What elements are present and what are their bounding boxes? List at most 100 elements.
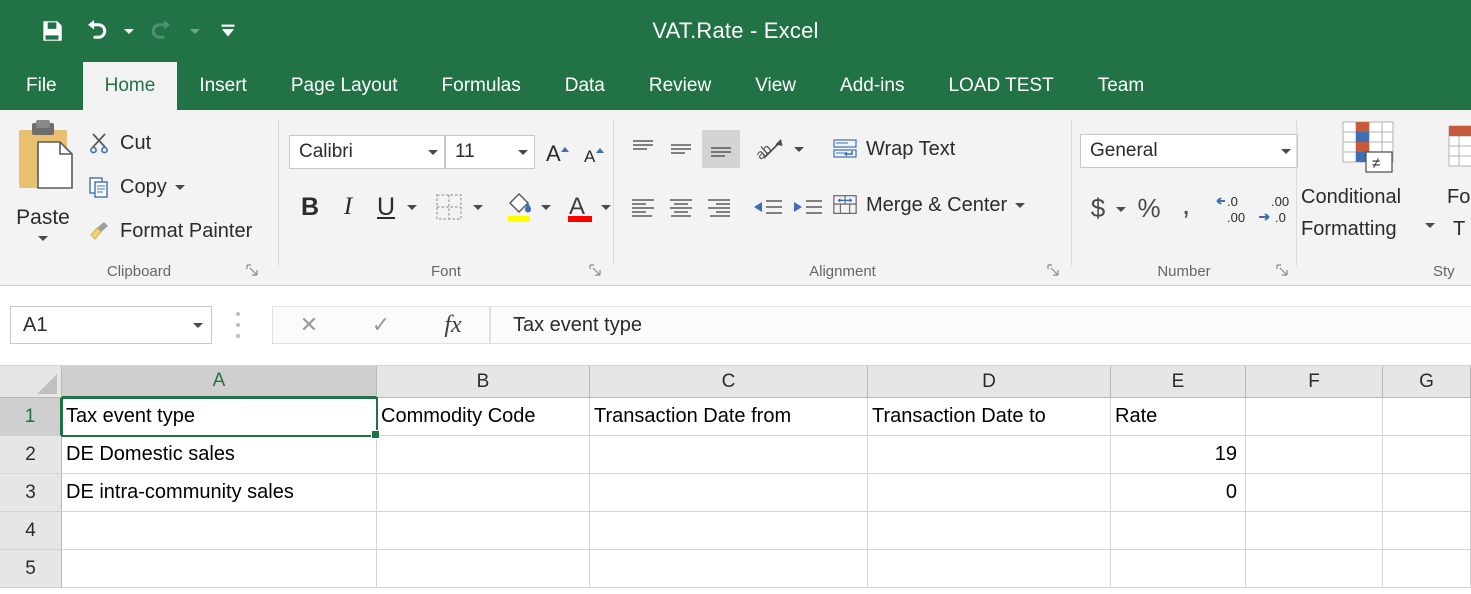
cell-b2[interactable]	[377, 436, 590, 474]
cell-a5[interactable]	[62, 550, 377, 588]
cell-f1[interactable]	[1246, 398, 1383, 436]
accounting-format-dropdown-icon[interactable]	[1112, 198, 1130, 220]
column-header-a[interactable]: A	[62, 366, 377, 398]
column-header-f[interactable]: F	[1246, 366, 1383, 398]
align-middle-button[interactable]	[664, 134, 698, 166]
tab-insert[interactable]: Insert	[177, 62, 269, 110]
tab-add-ins[interactable]: Add-ins	[818, 62, 926, 110]
merge-and-center-dropdown-icon[interactable]	[1015, 202, 1026, 208]
conditional-formatting-label-line1[interactable]: Conditional	[1301, 186, 1401, 209]
percent-format-button[interactable]: %	[1134, 190, 1164, 226]
redo-button[interactable]	[140, 9, 184, 53]
wrap-text-button[interactable]: Wrap Text	[832, 136, 955, 162]
decrease-indent-button[interactable]	[748, 192, 786, 224]
undo-button[interactable]	[74, 9, 118, 53]
cell-d5[interactable]	[868, 550, 1111, 588]
cell-g5[interactable]	[1383, 550, 1471, 588]
cell-g3[interactable]	[1383, 474, 1471, 512]
copy-button[interactable]: Copy	[86, 174, 185, 200]
row-header-2[interactable]: 2	[0, 436, 62, 474]
tab-page-layout[interactable]: Page Layout	[269, 62, 420, 110]
orientation-button[interactable]: ab	[752, 132, 788, 166]
cell-f4[interactable]	[1246, 512, 1383, 550]
cell-c2[interactable]	[590, 436, 868, 474]
underline-button[interactable]: U	[369, 188, 403, 226]
row-header-3[interactable]: 3	[0, 474, 62, 512]
cell-f5[interactable]	[1246, 550, 1383, 588]
cell-c5[interactable]	[590, 550, 868, 588]
cell-e1[interactable]: Rate	[1111, 398, 1246, 436]
font-dialog-launcher-icon[interactable]	[589, 264, 603, 278]
cell-f2[interactable]	[1246, 436, 1383, 474]
cell-g4[interactable]	[1383, 512, 1471, 550]
tab-data[interactable]: Data	[543, 62, 627, 110]
fill-color-dropdown-icon[interactable]	[537, 196, 555, 218]
align-right-button[interactable]	[702, 192, 736, 224]
tab-home[interactable]: Home	[82, 62, 178, 110]
align-left-button[interactable]	[626, 192, 660, 224]
check-icon[interactable]: ✓	[351, 312, 411, 338]
format-as-table-label-line1[interactable]: Fo	[1447, 186, 1470, 209]
cell-a4[interactable]	[62, 512, 377, 550]
accounting-format-button[interactable]: $	[1084, 190, 1112, 226]
paste-dropdown-icon[interactable]	[38, 236, 48, 241]
conditional-formatting-dropdown-icon[interactable]	[1425, 223, 1435, 246]
format-as-table-label-line2[interactable]: T	[1453, 218, 1465, 241]
font-size-combobox[interactable]: 11	[445, 135, 535, 169]
increase-font-size-button[interactable]: A	[541, 136, 573, 168]
format-painter-button[interactable]: Format Painter	[86, 218, 252, 244]
cell-b5[interactable]	[377, 550, 590, 588]
cell-c1[interactable]: Transaction Date from	[590, 398, 868, 436]
select-all-button[interactable]	[0, 366, 62, 398]
formula-bar-grip[interactable]	[236, 312, 242, 338]
cell-e4[interactable]	[1111, 512, 1246, 550]
align-bottom-button[interactable]	[702, 130, 740, 168]
decrease-decimal-button[interactable]: .00.0	[1256, 188, 1300, 228]
row-header-1[interactable]: 1	[0, 398, 62, 436]
font-color-button[interactable]: A	[563, 188, 597, 226]
insert-function-icon[interactable]: fx	[423, 312, 483, 339]
align-top-button[interactable]	[626, 134, 660, 166]
cell-e2[interactable]: 19	[1111, 436, 1246, 474]
name-box-dropdown-icon[interactable]	[193, 322, 203, 328]
cell-a3[interactable]: DE intra-community sales	[62, 474, 377, 512]
tab-load-test[interactable]: LOAD TEST	[926, 62, 1075, 110]
tab-team[interactable]: Team	[1076, 62, 1166, 110]
tab-review[interactable]: Review	[627, 62, 733, 110]
save-button[interactable]	[30, 9, 74, 53]
fill-color-button[interactable]	[501, 188, 537, 226]
number-dialog-launcher-icon[interactable]	[1276, 264, 1290, 278]
italic-button[interactable]: I	[331, 188, 365, 226]
cell-b4[interactable]	[377, 512, 590, 550]
cell-e3[interactable]: 0	[1111, 474, 1246, 512]
cell-g2[interactable]	[1383, 436, 1471, 474]
align-center-button[interactable]	[664, 192, 698, 224]
paste-button[interactable]: Paste	[6, 118, 80, 254]
alignment-dialog-launcher-icon[interactable]	[1047, 264, 1061, 278]
increase-decimal-button[interactable]: .0.00	[1212, 188, 1256, 228]
column-header-c[interactable]: C	[590, 366, 868, 398]
comma-format-button[interactable]: ,	[1170, 186, 1196, 224]
font-name-combobox[interactable]: Calibri	[289, 135, 445, 169]
cell-f3[interactable]	[1246, 474, 1383, 512]
cancel-icon[interactable]: ✕	[279, 312, 339, 338]
cell-d3[interactable]	[868, 474, 1111, 512]
formula-input[interactable]: Tax event type	[490, 306, 1471, 344]
font-size-dropdown-icon[interactable]	[518, 149, 528, 155]
cell-d4[interactable]	[868, 512, 1111, 550]
cut-button[interactable]: Cut	[86, 130, 151, 156]
cell-g1[interactable]	[1383, 398, 1471, 436]
number-format-combobox[interactable]: General	[1080, 134, 1298, 168]
copy-dropdown-icon[interactable]	[174, 184, 185, 190]
cell-a1[interactable]: Tax event type	[62, 398, 377, 436]
column-header-g[interactable]: G	[1383, 366, 1471, 398]
increase-indent-button[interactable]	[788, 192, 826, 224]
conditional-formatting-label-line2[interactable]: Formatting	[1301, 218, 1397, 241]
cell-d1[interactable]: Transaction Date to	[868, 398, 1111, 436]
tab-formulas[interactable]: Formulas	[420, 62, 543, 110]
decrease-font-size-button[interactable]: A	[579, 138, 609, 168]
merge-and-center-button[interactable]: Merge & Center	[832, 192, 1026, 218]
borders-dropdown-icon[interactable]	[469, 196, 487, 218]
number-format-dropdown-icon[interactable]	[1281, 148, 1291, 154]
borders-button[interactable]	[431, 190, 467, 224]
